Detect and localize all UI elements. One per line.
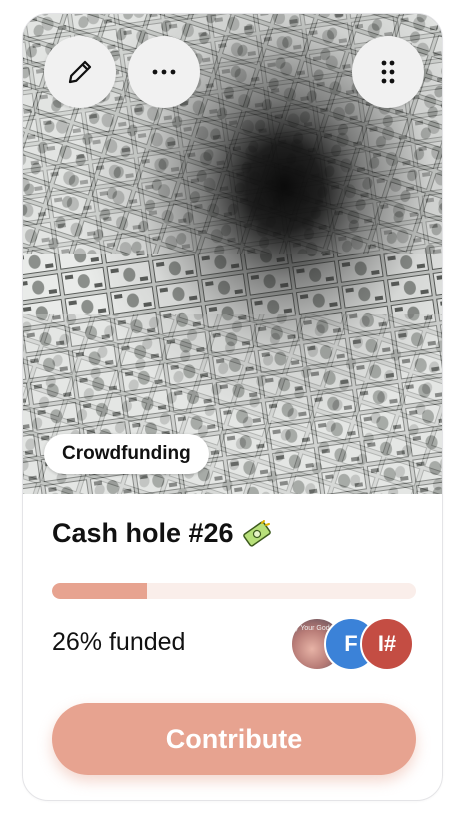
contribute-button[interactable]: Contribute — [52, 703, 416, 775]
drag-handle-button[interactable] — [352, 36, 424, 108]
ellipsis-icon — [152, 69, 176, 75]
avatar[interactable]: I# — [360, 617, 414, 671]
hero-image: Crowdfunding — [23, 14, 442, 494]
funded-percentage: 26% funded — [52, 628, 186, 656]
campaign-card[interactable]: Crowdfunding Cash hole #26 26% funded y … — [22, 13, 443, 801]
funding-progress-bar — [52, 583, 416, 599]
pencil-icon — [68, 60, 92, 84]
category-tag: Crowdfunding — [44, 434, 209, 474]
contributor-avatars[interactable]: y Your God F I# — [290, 617, 416, 671]
funding-progress-fill — [52, 583, 147, 599]
drag-handle-icon — [381, 60, 395, 84]
edit-button[interactable] — [44, 36, 116, 108]
more-options-button[interactable] — [128, 36, 200, 108]
campaign-title: Cash hole #26 — [52, 518, 234, 548]
money-emoji-icon — [242, 519, 271, 547]
title-row: Cash hole #26 — [52, 518, 272, 549]
